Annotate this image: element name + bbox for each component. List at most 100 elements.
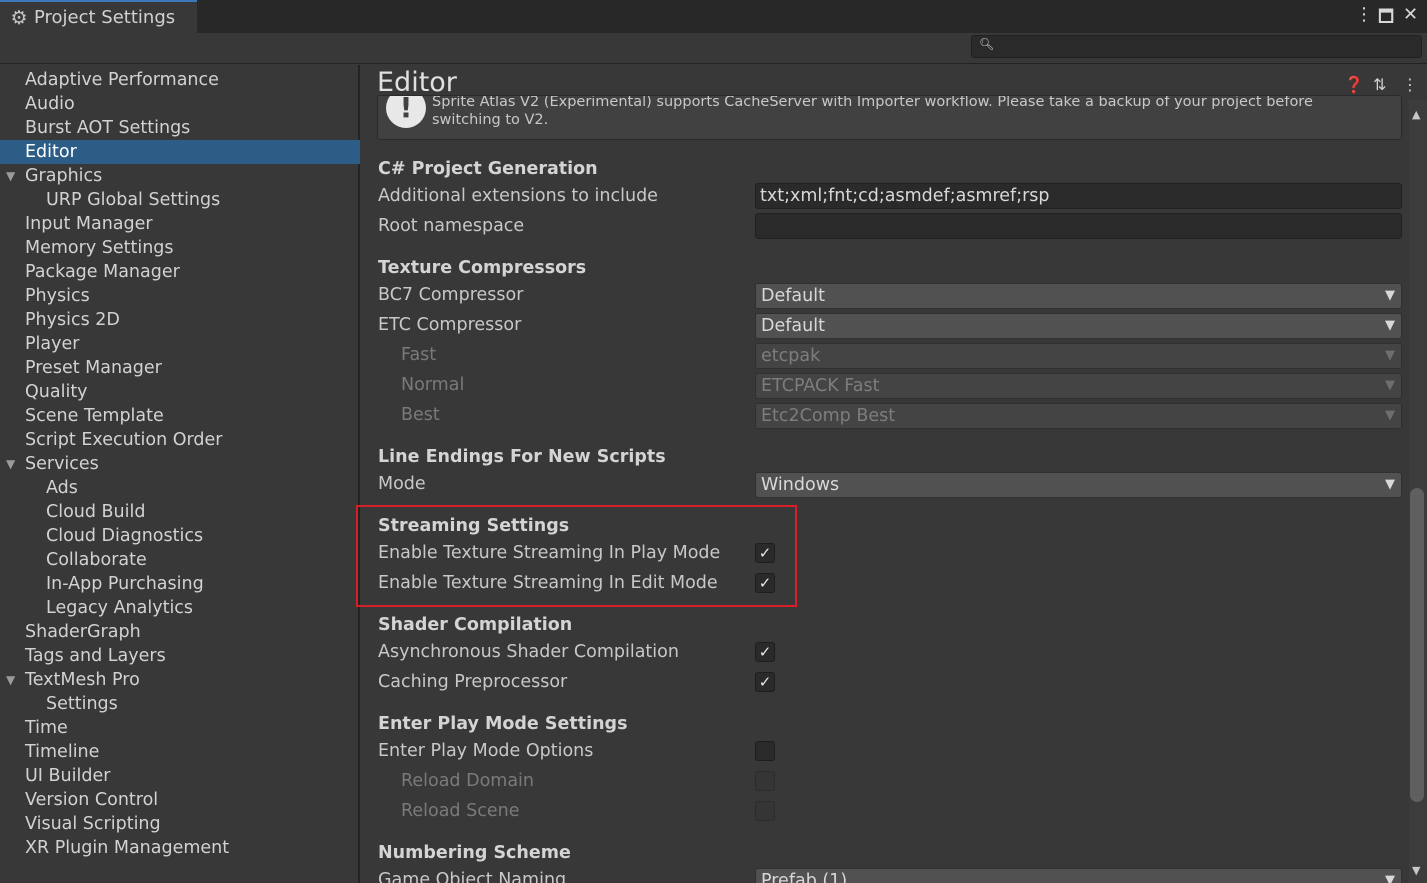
sidebar-item-cloud-build[interactable]: Cloud Build	[0, 500, 360, 524]
label-mode: Mode	[378, 474, 426, 494]
section-heading-numbering: Numbering Scheme	[378, 843, 571, 863]
warning-text: Sprite Atlas V2 (Experimental) supports …	[432, 95, 1313, 128]
highlight-box	[356, 505, 797, 607]
sidebar-item-adaptive-performance[interactable]: Adaptive Performance	[0, 68, 360, 92]
sidebar-item-label: Collaborate	[46, 550, 147, 570]
sidebar-item-scene-template[interactable]: Scene Template	[0, 404, 360, 428]
gear-icon: ⚙	[10, 6, 28, 29]
sidebar-item-graphics[interactable]: ▼ Graphics	[0, 164, 360, 188]
sidebar-item-editor[interactable]: Editor	[0, 140, 360, 164]
help-icon[interactable]: ❓	[1344, 75, 1364, 94]
sidebar-item-quality[interactable]: Quality	[0, 380, 360, 404]
fast-value: etcpak	[761, 346, 821, 366]
search-icon: 🔍︎	[979, 37, 995, 51]
preset-icon[interactable]: ⇅	[1373, 75, 1386, 94]
etc-dropdown[interactable]: Default ▼	[755, 313, 1402, 339]
scroll-down-icon[interactable]: ▼	[1412, 864, 1420, 877]
page-title: Editor	[377, 67, 457, 98]
sidebar-item-burst-aot-settings[interactable]: Burst AOT Settings	[0, 116, 360, 140]
sidebar-item-label: Player	[25, 334, 80, 354]
warning-helpbox: ! Sprite Atlas V2 (Experimental) support…	[377, 95, 1402, 140]
playmode-options-checkbox[interactable]	[755, 741, 775, 761]
sidebar-item-physics-2d[interactable]: Physics 2D	[0, 308, 360, 332]
sidebar-item-label: Memory Settings	[25, 238, 174, 258]
search-input[interactable]: 🔍︎	[971, 35, 1422, 58]
more-menu-icon[interactable]: ⋮	[1355, 4, 1373, 25]
sidebar-item-label: Scene Template	[25, 406, 164, 426]
more-menu-icon[interactable]: ⋮	[1402, 75, 1418, 94]
root-namespace-field[interactable]	[755, 213, 1402, 239]
sidebar-item-label: Timeline	[25, 742, 100, 762]
sidebar-item-label: Package Manager	[25, 262, 180, 282]
chevron-down-icon: ▼	[1385, 288, 1395, 303]
sidebar-item-input-manager[interactable]: Input Manager	[0, 212, 360, 236]
label-bc7: BC7 Compressor	[378, 285, 524, 305]
sidebar-item-package-manager[interactable]: Package Manager	[0, 260, 360, 284]
tab-project-settings[interactable]: ⚙ Project Settings	[0, 0, 197, 33]
fast-dropdown: etcpak ▼	[755, 343, 1402, 369]
additional-extensions-field[interactable]: txt;xml;fnt;cd;asmdef;asmref;rsp	[755, 183, 1402, 209]
scrollbar-thumb[interactable]	[1410, 488, 1424, 802]
sidebar-item-shadergraph[interactable]: ShaderGraph	[0, 620, 360, 644]
normal-dropdown: ETCPACK Fast ▼	[755, 373, 1402, 399]
sidebar-item-timeline[interactable]: Timeline	[0, 740, 360, 764]
sidebar-item-script-execution-order[interactable]: Script Execution Order	[0, 428, 360, 452]
close-icon[interactable]: ✕	[1403, 4, 1418, 25]
sidebar-item-label: Tags and Layers	[25, 646, 166, 666]
async-shader-checkbox[interactable]: ✓	[755, 642, 775, 662]
expand-triangle-icon[interactable]: ▼	[6, 668, 15, 692]
expand-triangle-icon[interactable]: ▼	[6, 164, 15, 188]
title-bar: ⚙ Project Settings ⋮ 🗖 ✕	[0, 0, 1427, 33]
maximize-icon[interactable]: 🗖	[1378, 4, 1394, 33]
sidebar-item-audio[interactable]: Audio	[0, 92, 360, 116]
sidebar: Adaptive Performance Audio Burst AOT Setti…	[0, 65, 360, 883]
sidebar-item-label: Services	[25, 454, 99, 474]
sidebar-item-textmesh-pro[interactable]: ▼ TextMesh Pro	[0, 668, 360, 692]
sidebar-item-visual-scripting[interactable]: Visual Scripting	[0, 812, 360, 836]
normal-value: ETCPACK Fast	[761, 376, 880, 396]
caching-preprocessor-checkbox[interactable]: ✓	[755, 672, 775, 692]
game-object-naming-dropdown[interactable]: Prefab (1) ▼	[755, 868, 1402, 883]
sidebar-item-version-control[interactable]: Version Control	[0, 788, 360, 812]
sidebar-item-services[interactable]: ▼ Services	[0, 452, 360, 476]
best-value: Etc2Comp Best	[761, 406, 896, 426]
sidebar-item-legacy-analytics[interactable]: Legacy Analytics	[0, 596, 360, 620]
sidebar-item-cloud-diagnostics[interactable]: Cloud Diagnostics	[0, 524, 360, 548]
mode-dropdown[interactable]: Windows ▼	[755, 472, 1402, 498]
sidebar-item-label: Visual Scripting	[25, 814, 161, 834]
sidebar-item-ui-builder[interactable]: UI Builder	[0, 764, 360, 788]
label-reload-scene: Reload Scene	[401, 801, 520, 821]
section-heading-playmode: Enter Play Mode Settings	[378, 714, 628, 734]
sidebar-item-label: Cloud Build	[46, 502, 146, 522]
sidebar-item-label: In-App Purchasing	[46, 574, 204, 594]
main-panel: Editor ❓ ⇅ ⋮ ! Sprite Atlas V2 (Experime…	[362, 65, 1427, 883]
bc7-dropdown[interactable]: Default ▼	[755, 283, 1402, 309]
section-heading-csharp: C# Project Generation	[378, 159, 598, 179]
sidebar-item-xr-plugin-management[interactable]: XR Plugin Management	[0, 836, 360, 860]
warning-icon: !	[386, 96, 426, 128]
sidebar-item-time[interactable]: Time	[0, 716, 360, 740]
sidebar-item-preset-manager[interactable]: Preset Manager	[0, 356, 360, 380]
sidebar-item-label: Quality	[25, 382, 88, 402]
sidebar-item-label: Graphics	[25, 166, 103, 186]
sidebar-item-collaborate[interactable]: Collaborate	[0, 548, 360, 572]
sidebar-item-urp-global-settings[interactable]: URP Global Settings	[0, 188, 360, 212]
sidebar-item-ads[interactable]: Ads	[0, 476, 360, 500]
chevron-down-icon: ▼	[1385, 318, 1395, 333]
tab-label: Project Settings	[34, 7, 176, 28]
sidebar-item-label: Version Control	[25, 790, 159, 810]
reload-domain-checkbox	[755, 771, 775, 791]
sidebar-item-tags-and-layers[interactable]: Tags and Layers	[0, 644, 360, 668]
sidebar-item-in-app-purchasing[interactable]: In-App Purchasing	[0, 572, 360, 596]
sidebar-item-physics[interactable]: Physics	[0, 284, 360, 308]
sidebar-item-player[interactable]: Player	[0, 332, 360, 356]
label-reload-domain: Reload Domain	[401, 771, 535, 791]
sidebar-item-label: ShaderGraph	[25, 622, 141, 642]
sidebar-item-settings[interactable]: Settings	[0, 692, 360, 716]
scroll-up-icon[interactable]: ▲	[1412, 108, 1420, 121]
sidebar-item-memory-settings[interactable]: Memory Settings	[0, 236, 360, 260]
sidebar-item-label: Editor	[25, 142, 77, 162]
label-additional-extensions: Additional extensions to include	[378, 186, 658, 206]
label-root-namespace: Root namespace	[378, 216, 525, 236]
expand-triangle-icon[interactable]: ▼	[6, 452, 15, 476]
